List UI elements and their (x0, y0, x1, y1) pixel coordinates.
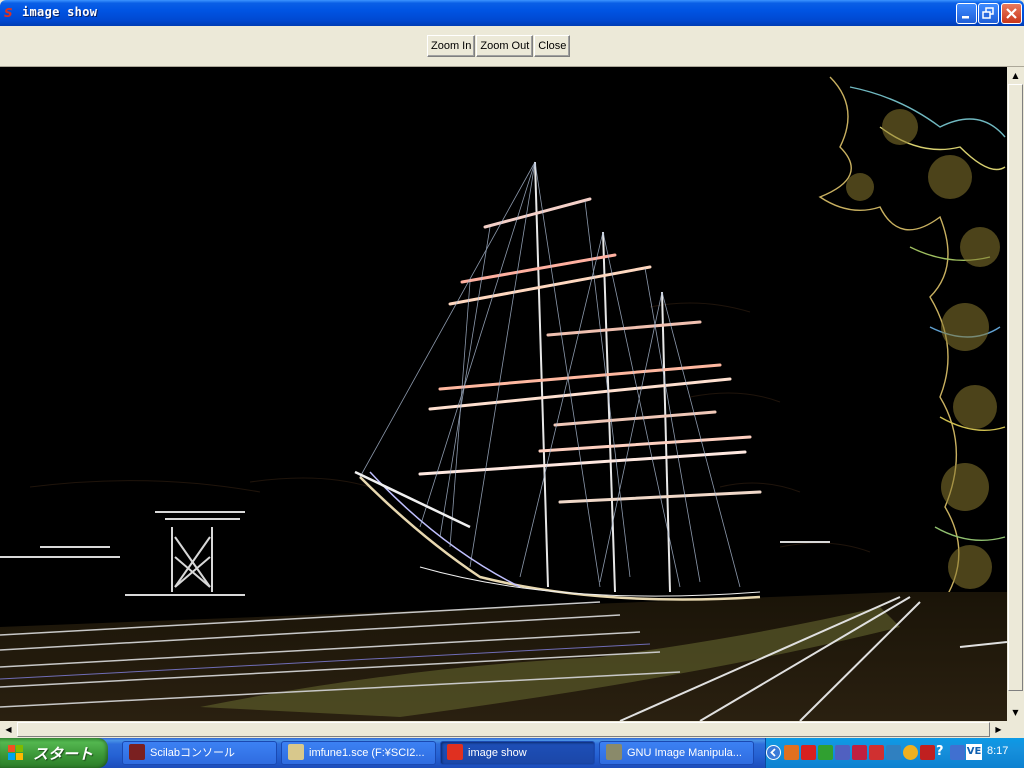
tray-app-icon[interactable] (784, 745, 799, 760)
tray-app-icon[interactable] (852, 745, 867, 760)
minimize-icon (962, 16, 969, 19)
scilab-icon (129, 744, 145, 761)
tray-app-icon[interactable] (869, 745, 884, 760)
scilab-app-icon: S (4, 6, 13, 20)
close-button[interactable]: Close (534, 35, 571, 57)
image-display[interactable] (0, 67, 1007, 721)
restore-icon (982, 7, 994, 19)
scroll-left-arrow-icon[interactable]: ◀ (0, 721, 17, 738)
start-label: スタート (33, 745, 94, 763)
window-title-bar[interactable]: S image show (0, 0, 1024, 26)
tray-app-icon[interactable] (801, 745, 816, 760)
toolbar: Zoom In Zoom Out Close (0, 26, 1024, 66)
scroll-down-arrow-icon[interactable]: ▼ (1007, 704, 1024, 721)
window-title: image show (22, 5, 98, 19)
scroll-right-arrow-icon[interactable]: ▶ (990, 721, 1007, 738)
taskbar-item-scilab-console[interactable]: Scilabコンソール (122, 741, 277, 765)
scrollbar-corner (1007, 721, 1024, 738)
vertical-scroll-thumb[interactable] (1008, 84, 1023, 691)
tray-app-icon[interactable] (818, 745, 833, 760)
taskbar-item-label: Scilabコンソール (150, 747, 235, 759)
restore-button[interactable] (978, 3, 999, 24)
tray-app-icon[interactable] (903, 745, 918, 760)
tray-app-icon[interactable] (920, 745, 935, 760)
close-icon (1006, 8, 1017, 19)
gimp-icon (606, 744, 622, 761)
clock[interactable]: 8:17 (987, 745, 1008, 757)
zoom-in-button[interactable]: Zoom In (427, 35, 476, 57)
notepad-icon (288, 744, 304, 761)
taskbar-item-label: GNU Image Manipula... (627, 747, 742, 759)
close-window-button[interactable] (1001, 3, 1022, 24)
help-icon[interactable]: ? (936, 744, 944, 759)
scroll-up-arrow-icon[interactable]: ▲ (1007, 67, 1024, 84)
tray-app-icon[interactable] (835, 745, 850, 760)
tray-app-icon[interactable] (950, 745, 965, 760)
minimize-button[interactable] (956, 3, 977, 24)
taskbar: スタート Scilabコンソール imfune1.sce (F:¥SCI2...… (0, 738, 1024, 768)
system-tray: ? VE (765, 738, 1024, 768)
zoom-out-button[interactable]: Zoom Out (476, 35, 534, 57)
chevron-left-icon[interactable] (766, 745, 781, 760)
ime-indicator[interactable]: VE (966, 744, 982, 760)
tray-app-icon[interactable] (886, 745, 901, 760)
horizontal-scrollbar[interactable]: ◀ ▶ (0, 721, 1007, 738)
start-button[interactable]: スタート (0, 738, 108, 768)
taskbar-item-gimp[interactable]: GNU Image Manipula... (599, 741, 754, 765)
edge-filtered-ship-image (0, 67, 1007, 721)
horizontal-scroll-thumb[interactable] (17, 722, 990, 737)
vertical-scrollbar[interactable]: ▲ ▼ (1007, 67, 1024, 721)
taskbar-item-image-show[interactable]: image show (440, 741, 595, 765)
taskbar-item-editor[interactable]: imfune1.sce (F:¥SCI2... (281, 741, 436, 765)
windows-flag-icon (8, 745, 23, 760)
zoom-button-group: Zoom In Zoom Out Close (427, 35, 571, 57)
taskbar-item-label: image show (468, 747, 527, 759)
scilab-window-icon (447, 744, 463, 761)
taskbar-item-label: imfune1.sce (F:¥SCI2... (309, 747, 425, 759)
